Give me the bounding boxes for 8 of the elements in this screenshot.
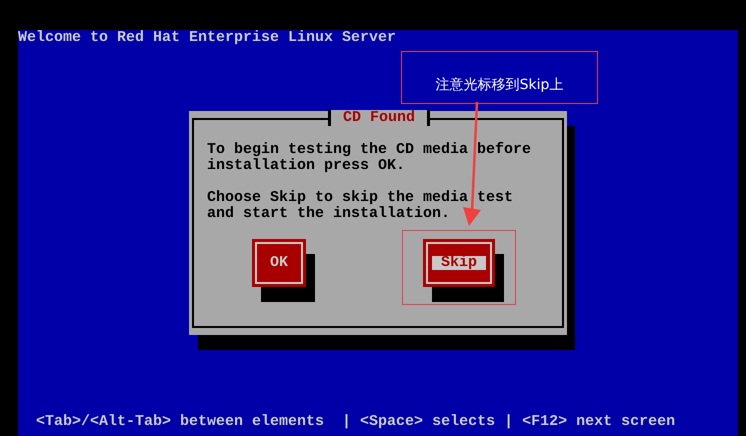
dialog-button[interactable]: Skip — [423, 239, 495, 287]
help-line: <Tab>/<Alt-Tab> between elements | <Space> selects | <F12> next screen — [36, 414, 676, 430]
dialog-title: CD Found — [328, 110, 430, 126]
dialog-button[interactable]: OK — [252, 239, 306, 287]
annotation-callout: 注意光标移到Skip上 — [401, 51, 598, 104]
dialog-message: To begin testing the CD media before installation press OK. — [207, 142, 532, 174]
dialog-message: Choose Skip to skip the media test and start the installation. — [207, 190, 514, 222]
screen-title: Welcome to Red Hat Enterprise Linux Server — [18, 30, 396, 46]
